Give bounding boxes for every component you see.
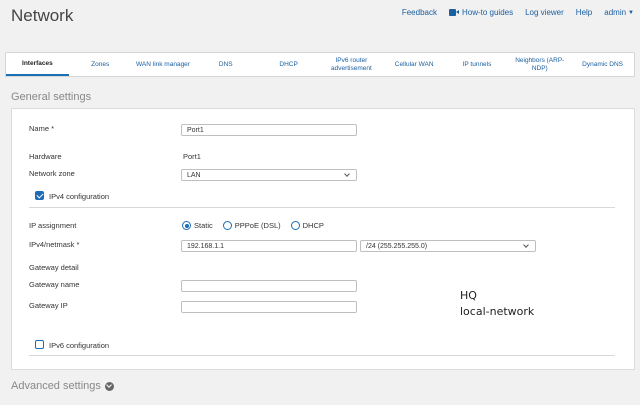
chevron-down-icon (344, 170, 350, 177)
ipv6-config-checkbox[interactable] (35, 340, 44, 349)
tab-dynamic-dns[interactable]: Dynamic DNS (571, 53, 634, 76)
radio-dot (182, 221, 191, 230)
network-zone-label: Network zone (29, 169, 75, 178)
netmask-value: /24 (255.255.255.0) (366, 242, 428, 250)
name-input[interactable]: Port1 (181, 124, 357, 136)
netmask-select[interactable]: /24 (255.255.255.0) (360, 240, 536, 252)
help-link[interactable]: Help (576, 8, 592, 17)
user-name: admin (604, 8, 627, 17)
divider (29, 207, 615, 208)
radio-pppoe[interactable]: PPPoE (DSL) (222, 221, 281, 230)
annotation-line-1: HQ (460, 289, 477, 302)
radio-static[interactable]: Static (182, 221, 213, 230)
top-links: Feedback How-to guides Log viewer Help a… (402, 8, 634, 17)
feedback-link[interactable]: Feedback (402, 8, 437, 17)
annotation-line-2: local-network (460, 304, 535, 318)
ipv6-config-label: IPv6 configuration (49, 341, 110, 350)
tab-bar: Interfaces Zones WAN link manager DNS DH… (5, 52, 635, 77)
radio-dhcp-label: DHCP (302, 221, 324, 230)
howto-guides-label: How-to guides (461, 8, 514, 17)
name-input-value: Port1 (187, 126, 204, 134)
video-camera-icon (448, 9, 459, 16)
annotation-note: HQ local-network (460, 288, 534, 320)
hardware-label: Hardware (29, 152, 62, 161)
page-title: Network (11, 6, 74, 25)
gateway-name-label: Gateway name (29, 280, 80, 289)
tab-ipv6-router-advertisement[interactable]: IPv6 router advertisement (320, 53, 383, 76)
radio-dot (222, 221, 232, 230)
divider (29, 355, 615, 356)
log-viewer-link[interactable]: Log viewer (525, 8, 564, 17)
gateway-name-input[interactable] (181, 280, 357, 292)
ip-assignment-label: IP assignment (29, 221, 77, 230)
ipv4-config-checkbox[interactable] (35, 191, 44, 200)
gateway-ip-input[interactable] (181, 301, 357, 313)
network-zone-select[interactable]: LAN (181, 169, 357, 181)
chevron-down-circle-icon (104, 381, 114, 391)
radio-dhcp[interactable]: DHCP (290, 221, 324, 230)
chevron-down-icon (523, 241, 529, 248)
howto-guides-link[interactable]: How-to guides (448, 8, 514, 17)
advanced-settings-heading: Advanced settings (11, 380, 101, 392)
user-menu[interactable]: admin ▼ (604, 8, 634, 17)
tab-neighbors[interactable]: Neighbors (ARP-NDP) (508, 53, 571, 76)
name-label: Name * (29, 124, 55, 133)
tab-cellular-wan[interactable]: Cellular WAN (383, 53, 446, 76)
tab-dns[interactable]: DNS (194, 53, 257, 76)
caret-down-icon: ▼ (628, 9, 634, 16)
tab-zones[interactable]: Zones (69, 53, 132, 76)
tab-wan-link-manager[interactable]: WAN link manager (132, 53, 195, 76)
tab-ip-tunnels[interactable]: IP tunnels (446, 53, 509, 76)
ipv4-netmask-label: IPv4/netmask * (29, 240, 80, 249)
advanced-settings-toggle[interactable]: Advanced settings (11, 380, 114, 392)
general-settings-heading: General settings (11, 91, 92, 103)
gateway-ip-label: Gateway IP (29, 301, 68, 310)
general-settings-card: Name * Port1 Hardware Port1 Network zone… (11, 108, 635, 370)
tab-interfaces[interactable]: Interfaces (6, 53, 69, 76)
radio-dot (290, 221, 300, 230)
ipv4-address-value: 192.168.1.1 (187, 242, 224, 250)
network-zone-value: LAN (187, 171, 201, 179)
hardware-value: Port1 (183, 152, 201, 161)
tab-dhcp[interactable]: DHCP (257, 53, 320, 76)
ip-assignment-radio-group: Static PPPoE (DSL) DHCP (182, 221, 330, 230)
gateway-detail-label: Gateway detail (29, 263, 79, 272)
ipv4-config-label: IPv4 configuration (49, 192, 110, 201)
radio-static-label: Static (194, 221, 213, 230)
ipv4-address-input[interactable]: 192.168.1.1 (181, 240, 357, 252)
radio-pppoe-label: PPPoE (DSL) (234, 221, 281, 230)
